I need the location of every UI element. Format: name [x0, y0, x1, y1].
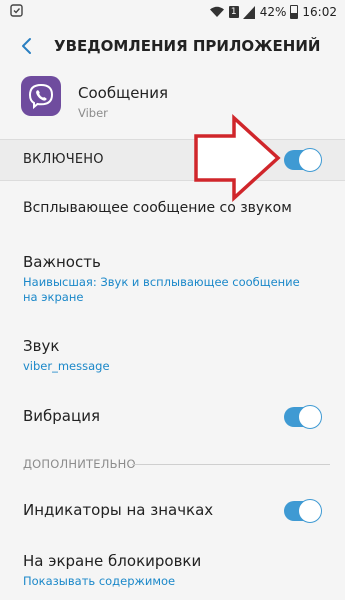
battery-percent: 42% — [259, 5, 287, 19]
setting-sound-value: viber_message — [23, 359, 110, 373]
viber-icon — [21, 76, 61, 116]
setting-popup-title: Всплывающее сообщение со звуком — [23, 200, 292, 216]
setting-importance-value: Наивысшая: Звук и всплывающее сообщение … — [23, 275, 300, 304]
section-label-advanced: ДОПОЛНИТЕЛЬНО — [23, 457, 136, 471]
toggle-knob — [298, 148, 322, 172]
toggle-knob — [298, 499, 322, 523]
divider — [0, 180, 345, 181]
setting-badges[interactable]: Индикаторы на значках — [23, 501, 213, 519]
status-icons: 1 42% 16:02 — [209, 3, 337, 21]
setting-lockscreen-value: Показывать содержимое — [23, 574, 176, 588]
section-divider — [132, 464, 330, 465]
setting-importance[interactable]: Важность Наивысшая: Звук и всплывающее с… — [23, 253, 313, 305]
sim-icon: 1 — [228, 6, 239, 18]
setting-badges-title: Индикаторы на значках — [23, 501, 214, 519]
enabled-label: ВКЛЮЧЕНО — [23, 152, 104, 167]
status-bar: 1 42% 16:02 — [0, 0, 345, 24]
toggle-knob — [298, 405, 322, 429]
setting-lockscreen[interactable]: На экране блокировки Показывать содержим… — [23, 552, 313, 589]
clock: 16:02 — [302, 5, 337, 19]
vibration-toggle[interactable] — [284, 405, 322, 429]
app-info: Сообщения Viber — [0, 72, 345, 134]
setting-popup[interactable]: Всплывающее сообщение со звуком — [23, 200, 292, 216]
battery-icon — [290, 5, 299, 19]
setting-sound-title: Звук — [23, 337, 60, 355]
app-name: Сообщения — [78, 84, 169, 102]
setting-lockscreen-title: На экране блокировки — [23, 552, 202, 570]
enabled-row[interactable]: ВКЛЮЧЕНО — [0, 140, 345, 180]
signal-icon — [242, 5, 255, 19]
page-title: УВЕДОМЛЕНИЯ ПРИЛОЖЕНИЙ — [54, 37, 321, 55]
setting-vibration-title: Вибрация — [23, 407, 100, 425]
app-bar: УВЕДОМЛЕНИЯ ПРИЛОЖЕНИЙ — [0, 24, 345, 68]
badges-toggle[interactable] — [284, 499, 322, 523]
notification-icon — [10, 4, 23, 17]
viber-logo-glyph — [28, 83, 54, 110]
wifi-icon — [209, 6, 224, 17]
setting-sound[interactable]: Звук viber_message — [23, 337, 313, 374]
back-arrow-icon[interactable] — [16, 34, 38, 58]
app-source: Viber — [78, 106, 108, 120]
setting-importance-title: Важность — [23, 253, 101, 271]
enabled-toggle[interactable] — [284, 148, 322, 172]
setting-vibration[interactable]: Вибрация — [23, 407, 100, 425]
